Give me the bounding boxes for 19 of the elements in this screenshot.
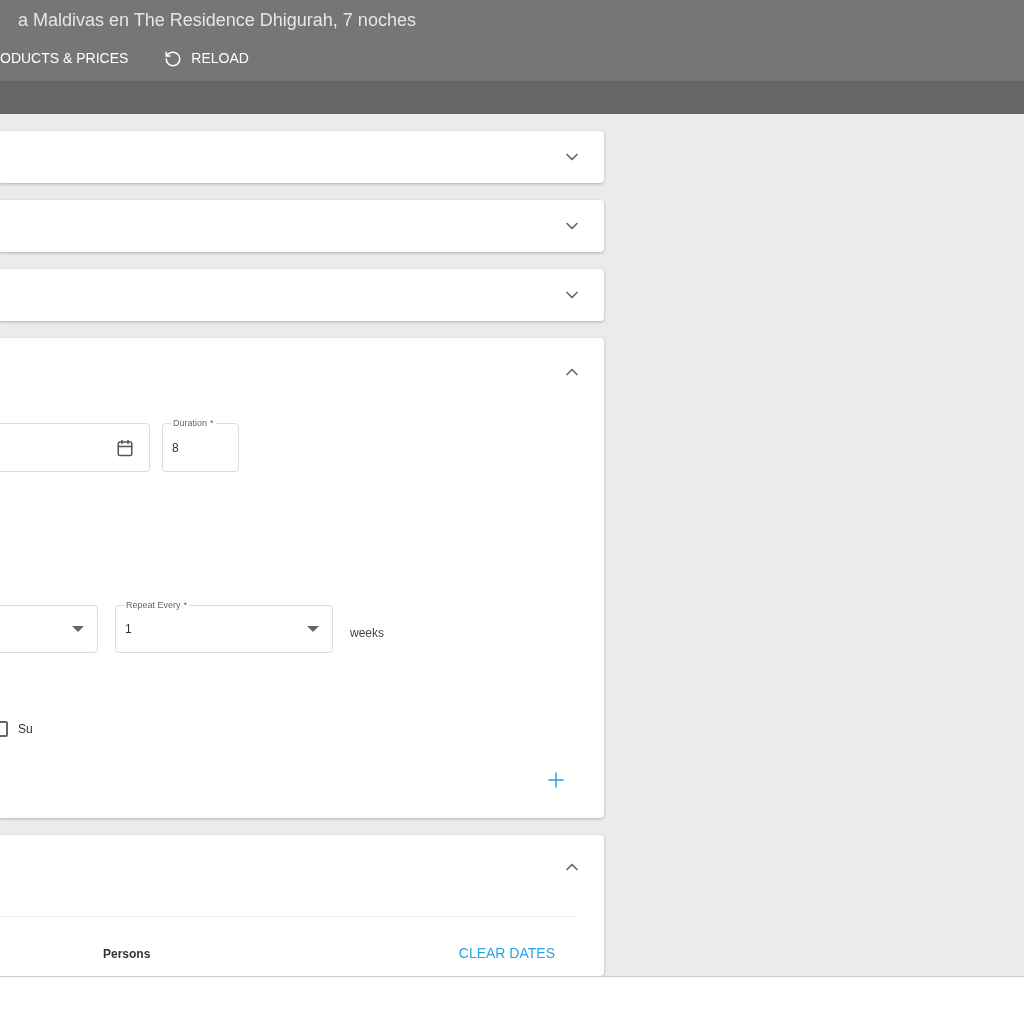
required-mark: * [183, 600, 188, 610]
date-field[interactable] [0, 423, 150, 472]
select-field[interactable] [0, 605, 98, 653]
dropdown-arrow-icon[interactable] [72, 626, 84, 632]
calendar-icon[interactable] [116, 438, 134, 457]
day-label: Su [18, 721, 33, 738]
reload-button[interactable]: RELOAD [164, 48, 249, 69]
clear-dates-button[interactable]: CLEAR DATES [458, 943, 555, 964]
repeat-every-value[interactable]: 1 [125, 620, 132, 638]
dropdown-arrow-icon[interactable] [307, 626, 319, 632]
page-title: a Maldivas en The Residence Dhigurah, 7 noches [17, 9, 417, 32]
required-mark: * [210, 418, 214, 428]
duration-field[interactable]: 8 [172, 438, 179, 457]
reload-icon [164, 49, 183, 68]
field-label: Duration [173, 418, 208, 428]
unit-label: weeks [350, 625, 384, 642]
products-prices-button[interactable]: ODUCTS & PRICES [0, 48, 129, 69]
persons-label: Persons [103, 945, 151, 963]
field-label: Repeat Every [126, 600, 181, 610]
